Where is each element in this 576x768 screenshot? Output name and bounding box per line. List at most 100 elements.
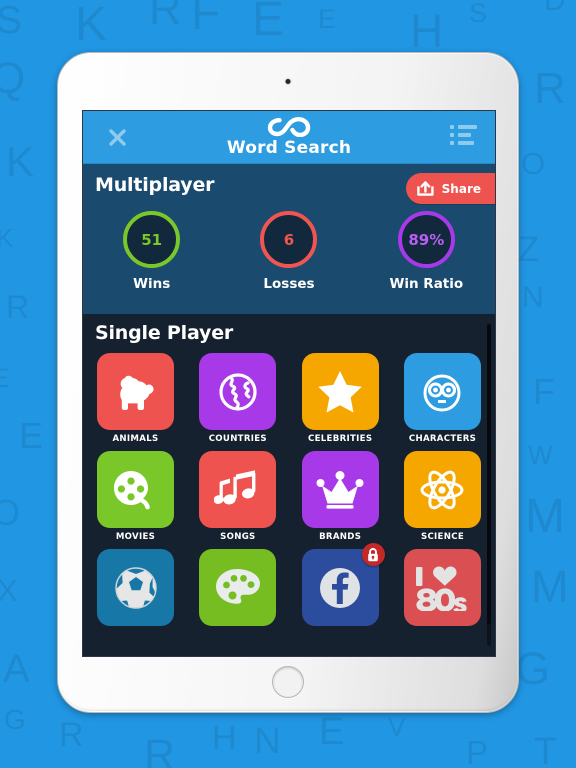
- infinity-logo-icon: [83, 117, 495, 137]
- dog-icon: [112, 370, 160, 414]
- list-menu-icon[interactable]: [450, 125, 478, 149]
- category-tile-row: MOVIES SONGS BRANDS SCIENCE: [97, 451, 481, 542]
- background-letter: T: [534, 731, 558, 768]
- category-tile-label: CELEBRITIES: [308, 434, 373, 444]
- app-title: Word Search: [226, 138, 352, 158]
- stat-ring: 51: [123, 211, 181, 268]
- background-letter: M: [531, 561, 569, 612]
- category-cell: ANIMALS: [97, 353, 174, 444]
- category-tile-characters[interactable]: [403, 353, 481, 430]
- multiplayer-section: Multiplayer Share 51 Wins 6 Losses 89% Win Ra…: [83, 164, 495, 314]
- background-letter: P: [466, 734, 489, 768]
- stat-value: 89%: [408, 230, 445, 249]
- category-tile-i-love-80s[interactable]: [403, 549, 481, 626]
- category-tile-grid: ANIMALS COUNTRIES CELEBRITIES CHARACTERS …: [83, 353, 495, 633]
- stat-win-ratio: 89% Win Ratio: [358, 211, 494, 292]
- background-letter: S: [469, 0, 488, 28]
- background-letter: K: [0, 223, 14, 253]
- background-letter: R: [59, 716, 84, 754]
- background-letter: M: [525, 490, 565, 543]
- brand-block: Word Search: [83, 117, 495, 158]
- background-letter: F: [533, 371, 555, 412]
- background-letter: R: [144, 731, 176, 768]
- category-cell: SCIENCE: [403, 451, 481, 542]
- globe-icon: [215, 369, 261, 415]
- background-letter: Q: [0, 54, 26, 103]
- category-tile-brands[interactable]: [301, 451, 379, 528]
- background-letter: H: [410, 5, 444, 57]
- scrollbar-thumb[interactable]: [487, 324, 491, 624]
- category-cell: [97, 549, 174, 626]
- share-button[interactable]: Share: [405, 173, 495, 204]
- background-letter: A: [3, 647, 30, 691]
- background-letter: O: [0, 492, 21, 533]
- film-reel-icon: [112, 467, 160, 513]
- category-tile-label: BRANDS: [319, 532, 362, 542]
- background-letter: G: [515, 643, 551, 694]
- background-letter: E: [319, 711, 345, 753]
- category-tile-label: MOVIES: [115, 532, 156, 542]
- category-tile-soccer-ball[interactable]: [97, 549, 174, 626]
- stats-row: 51 Wins 6 Losses 89% Win Ratio: [83, 211, 495, 292]
- category-tile-label: COUNTRIES: [208, 434, 267, 444]
- category-cell: CELEBRITIES: [301, 353, 379, 444]
- category-tile-celebrities[interactable]: [301, 353, 379, 430]
- background-letter: E: [252, 0, 285, 46]
- background-letter: E: [0, 363, 10, 393]
- category-tile-countries[interactable]: [199, 353, 277, 430]
- category-tile-art-palette[interactable]: [199, 549, 277, 626]
- share-icon: [416, 181, 434, 196]
- background-letter: E: [19, 415, 44, 456]
- category-tile-label: ANIMALS: [112, 434, 159, 444]
- category-tile-row: [97, 543, 481, 626]
- background-letter: R: [6, 289, 30, 325]
- nerd-face-icon: [418, 369, 466, 415]
- category-cell: [403, 549, 481, 626]
- category-tile-animals[interactable]: [97, 353, 174, 430]
- background-letter: O: [521, 146, 546, 181]
- category-cell: CHARACTERS: [403, 353, 481, 444]
- background-letter: R: [534, 64, 566, 113]
- category-cell: MOVIES: [97, 451, 174, 542]
- single-player-section: Single Player ANIMALS COUNTRIES CELEBRITI…: [83, 314, 495, 656]
- background-letter: N: [254, 720, 281, 761]
- background-letter: W: [528, 440, 553, 470]
- star-icon: [316, 369, 364, 415]
- background-letter: V: [388, 712, 406, 742]
- category-tile-songs[interactable]: [199, 451, 277, 528]
- background-letter: D: [544, 0, 566, 17]
- app-screen: Word Search Multiplayer Share 51 Wins 6 …: [83, 111, 495, 656]
- category-tile-movies[interactable]: [97, 451, 174, 528]
- category-tile-facebook[interactable]: [301, 543, 385, 626]
- art-palette-icon: [214, 566, 262, 610]
- category-tile-label: SCIENCE: [420, 532, 464, 542]
- background-letter: K: [6, 138, 35, 185]
- stat-label: Losses: [263, 276, 315, 292]
- category-tile-label: SONGS: [220, 532, 256, 542]
- vertical-scrollbar[interactable]: [487, 324, 491, 646]
- facebook-icon: [316, 564, 364, 612]
- stat-label: Win Ratio: [389, 276, 464, 292]
- i-love-80s-icon: [411, 565, 473, 611]
- category-tile-science[interactable]: [403, 451, 481, 528]
- background-letter: F: [191, 0, 221, 40]
- background-letter: N: [522, 281, 544, 314]
- front-camera: [285, 79, 291, 84]
- soccer-ball-icon: [112, 564, 160, 612]
- multiplayer-title: Multiplayer: [95, 174, 215, 196]
- category-cell: COUNTRIES: [199, 353, 277, 444]
- share-button-label: Share: [441, 181, 481, 196]
- close-icon[interactable]: [103, 123, 131, 151]
- stat-value: 6: [283, 230, 295, 249]
- background-letter: S: [0, 0, 23, 42]
- lock-icon: [361, 543, 385, 566]
- app-header: Word Search: [83, 111, 495, 164]
- home-button[interactable]: [272, 666, 304, 698]
- background-letter: H: [212, 719, 237, 757]
- category-tile-row: ANIMALS COUNTRIES CELEBRITIES CHARACTERS: [97, 353, 481, 444]
- music-note-icon: [213, 467, 262, 513]
- category-cell: [301, 543, 385, 626]
- stat-label: Wins: [133, 276, 171, 292]
- stat-ring: 6: [260, 211, 318, 268]
- crown-icon: [316, 470, 364, 510]
